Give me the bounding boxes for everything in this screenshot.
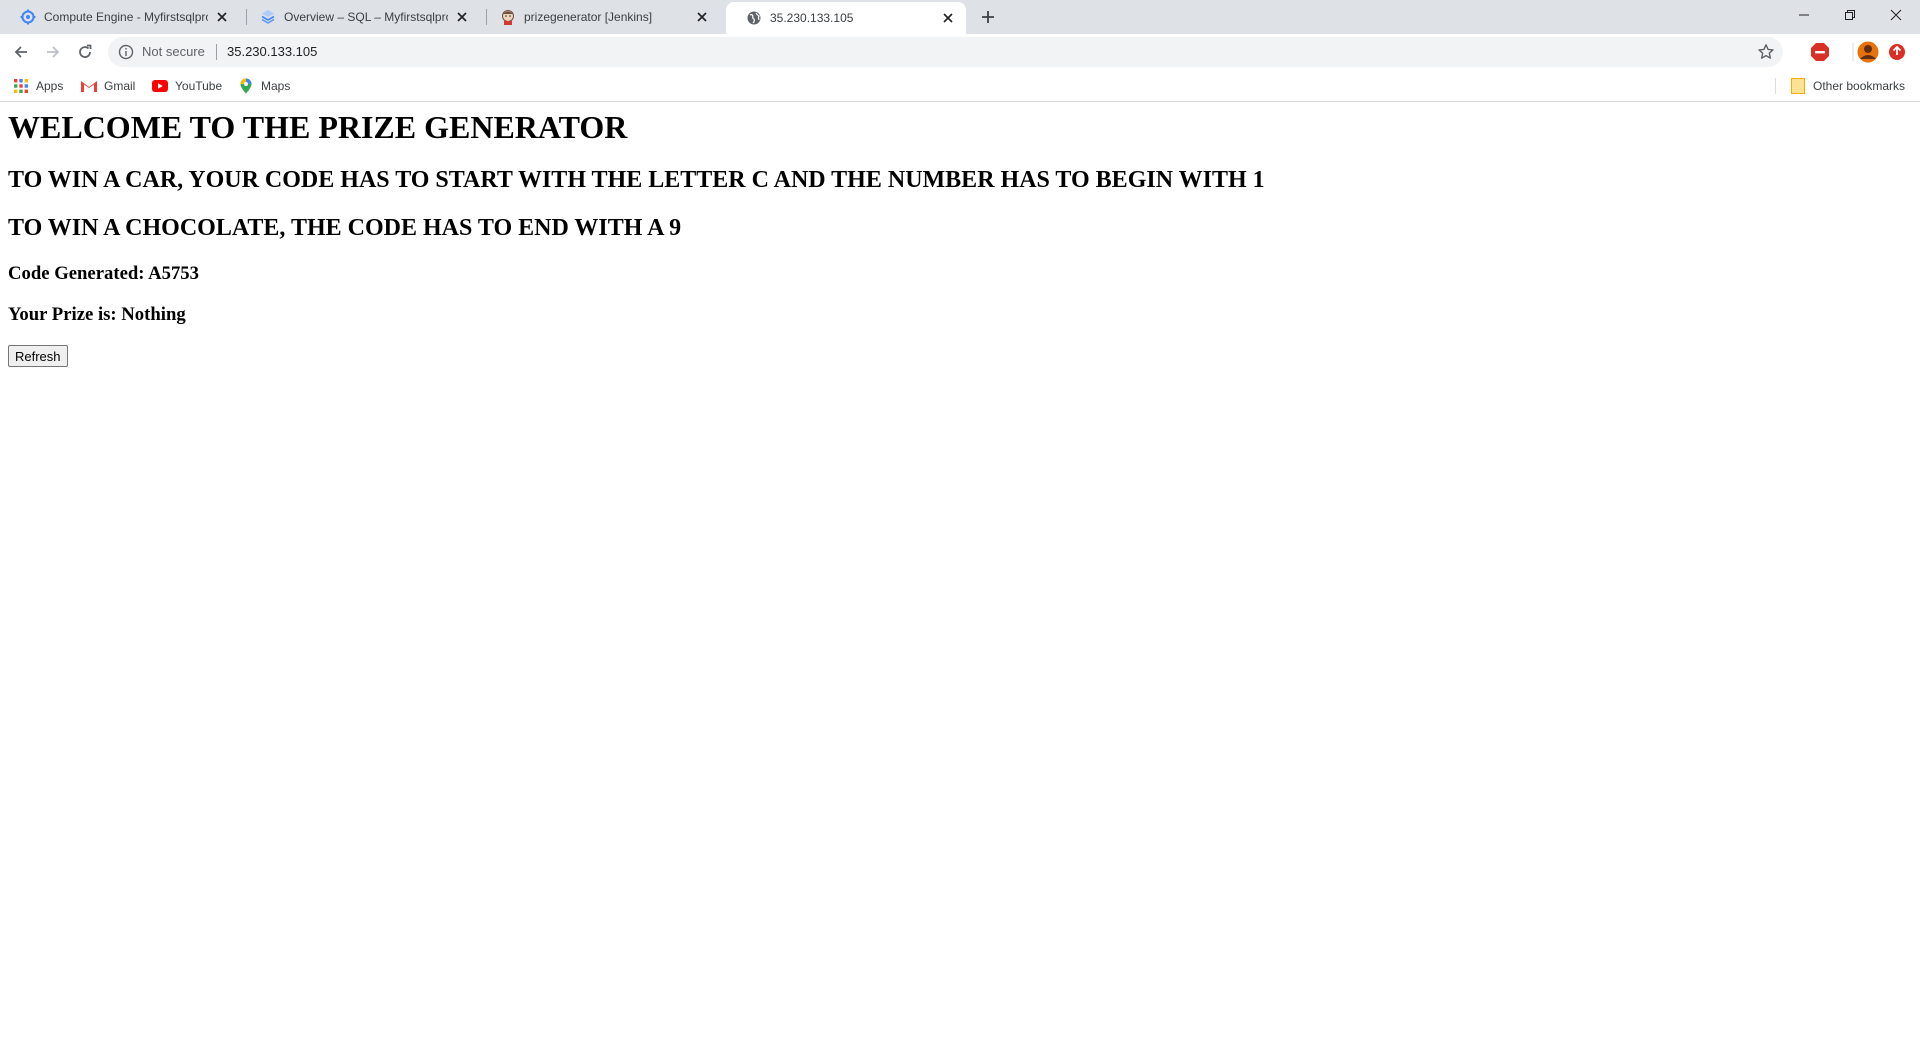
youtube-icon (152, 78, 168, 94)
bookmark-maps[interactable]: Maps (238, 77, 290, 95)
apps-grid-icon (13, 78, 29, 94)
close-icon[interactable] (454, 9, 470, 25)
url-text[interactable]: 35.230.133.105 (227, 44, 317, 59)
gmail-icon (81, 78, 97, 94)
bookmark-label: Maps (261, 79, 291, 93)
jenkins-icon (500, 9, 516, 25)
bookmark-label: Apps (36, 79, 64, 93)
minimize-button[interactable] (1781, 0, 1827, 30)
bookmark-gmail[interactable]: Gmail (81, 77, 135, 95)
profile-avatar-icon[interactable] (1856, 41, 1880, 63)
extension-adblock-icon[interactable] (1810, 42, 1830, 62)
prize-result: Your Prize is: Nothing (8, 304, 186, 325)
address-divider (216, 44, 217, 60)
other-bookmarks-label: Other bookmarks (1813, 79, 1906, 93)
car-rule-heading: TO WIN A CAR, YOUR CODE HAS TO START WIT… (8, 167, 1265, 193)
info-icon[interactable] (118, 44, 134, 60)
address-bar[interactable]: Not secure 35.230.133.105 (108, 37, 1783, 67)
tab-title: Compute Engine - Myfirstsqlproj (44, 10, 208, 24)
reload-button[interactable] (71, 38, 99, 66)
tab-jenkins[interactable]: prizegenerator [Jenkins] (480, 0, 720, 34)
close-icon[interactable] (214, 9, 230, 25)
browser-toolbar: Not secure 35.230.133.105 (0, 34, 1920, 70)
bookmark-apps[interactable]: Apps (13, 77, 63, 95)
bookmarks-separator (1775, 78, 1776, 94)
other-bookmarks[interactable]: Other bookmarks (1790, 77, 1905, 95)
tab-title: 35.230.133.105 (770, 11, 854, 25)
tab-compute-engine[interactable]: Compute Engine - Myfirstsqlproj (0, 0, 240, 34)
tab-prize-generator[interactable]: 35.230.133.105 (726, 2, 966, 34)
chocolate-rule-heading: TO WIN A CHOCOLATE, THE CODE HAS TO END … (8, 215, 682, 241)
bookmark-star-icon[interactable] (1757, 43, 1775, 61)
bookmarks-bar: Apps Gmail YouTube Maps Other bookmarks (0, 70, 1920, 102)
security-label[interactable]: Not secure (142, 44, 205, 59)
restore-button[interactable] (1827, 0, 1873, 30)
bookmark-label: Gmail (104, 79, 136, 93)
compute-engine-icon (20, 9, 36, 25)
back-button[interactable] (7, 38, 35, 66)
extension-update-icon[interactable] (1887, 42, 1907, 62)
refresh-button[interactable]: Refresh (8, 345, 68, 367)
close-icon[interactable] (940, 10, 956, 26)
tab-title: Overview – SQL – Myfirstsqlproje (284, 10, 448, 24)
bookmark-label: YouTube (175, 79, 223, 93)
forward-button[interactable] (39, 38, 67, 66)
close-icon[interactable] (694, 9, 710, 25)
generated-code: Code Generated: A5753 (8, 263, 199, 284)
globe-icon (746, 10, 762, 26)
new-tab-button[interactable] (977, 6, 999, 28)
tab-title: prizegenerator [Jenkins] (524, 10, 653, 24)
page-content: WELCOME TO THE PRIZE GENERATOR TO WIN A … (0, 103, 1920, 1040)
folder-icon (1790, 78, 1806, 94)
close-window-button[interactable] (1873, 0, 1919, 30)
page-title: WELCOME TO THE PRIZE GENERATOR (8, 109, 628, 145)
cloud-sql-icon (260, 9, 276, 25)
maps-pin-icon (238, 78, 254, 94)
bookmark-youtube[interactable]: YouTube (152, 77, 222, 95)
tab-sql-overview[interactable]: Overview – SQL – Myfirstsqlproje (240, 0, 480, 34)
tab-strip: Compute Engine - Myfirstsqlproj Overview… (0, 0, 1920, 34)
